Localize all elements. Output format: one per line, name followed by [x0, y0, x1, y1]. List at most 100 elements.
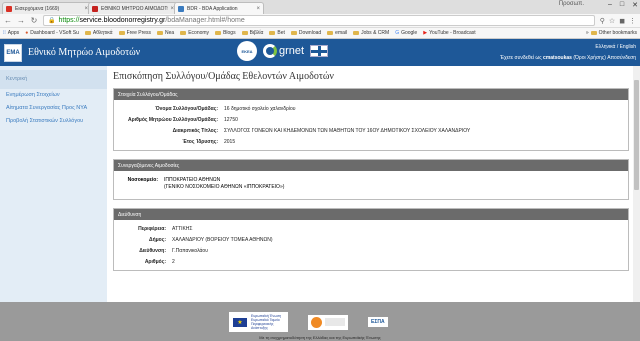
program-text-block [325, 318, 345, 326]
browser-tab[interactable]: Εισερχόμενα (1669) × [2, 2, 92, 14]
bookmark-folder[interactable]: Jobs & CRM [353, 30, 389, 36]
browser-tab-active[interactable]: BDR - BDA Application × [174, 2, 264, 14]
bookmark-item[interactable]: ● Dashboard - VSoft Su [25, 30, 79, 36]
profile-label[interactable]: Προσωπ. [559, 1, 584, 7]
sidebar-item-statistics[interactable]: Προβολή Στατιστικών Συλλόγου [0, 115, 107, 128]
apps-icon: ⁞⁞ [3, 30, 6, 36]
url-input[interactable]: 🔒 https:// service.bloodonorregistry.gr … [43, 15, 595, 26]
footer: ★ Ευρωπαϊκή Ένωση Ευρωπαϊκό Ταμείο Περιφ… [0, 302, 640, 341]
info-row: Έτος Ίδρυσης: 2015 [182, 138, 236, 145]
chevron-icon: » [585, 30, 589, 36]
address-row: Αριθμός: 2 [144, 258, 175, 265]
grnet-logo: grnet [263, 44, 304, 58]
coop-panel: Συνεργαζόμενες Αιμοδοσίες Νοσοκομείο: ΙΠ… [113, 159, 629, 200]
info-row: Όνομα Συλλόγου/Ομάδας: 16 δημοτικό σχολεί… [155, 105, 296, 112]
reload-icon[interactable]: ↻ [30, 16, 38, 25]
folder-icon [84, 31, 91, 35]
ekea-logo: ΕΚΕΑ [237, 41, 257, 61]
bookmark-item[interactable]: G Google [395, 30, 417, 36]
folder-icon [157, 31, 164, 35]
language-switch[interactable]: Ελληνικά / English [500, 42, 636, 53]
info-row: Αριθμός Μητρώου Συλλόγου/Ομάδας: 12750 [127, 116, 238, 123]
address-bar: ← → ↻ 🔒 https:// service.bloodonorregist… [0, 14, 640, 28]
content: Επισκόπηση Συλλόγου/Ομάδας Εθελοντών Αιμ… [107, 66, 640, 302]
funding-logos: ★ Ευρωπαϊκή Ένωση Ευρωπαϊκό Ταμείο Περιφ… [229, 312, 388, 332]
browser-tab[interactable]: ΕΘΝΙΚΟ ΜΗΤΡΩΟ ΑΙΜΟΔΟΤΩΝ × [88, 2, 178, 14]
star-icon[interactable]: ☆ [609, 17, 615, 25]
menu-icon[interactable]: ⋮ [629, 17, 636, 25]
tab-title: BDR - BDA Application [187, 5, 238, 12]
gmail-icon [92, 5, 98, 12]
lock-icon[interactable]: 🔒 [48, 17, 55, 24]
footer-note: Με τη συγχρηματοδότηση της Ελλάδας και τ… [259, 335, 381, 340]
bookmark-folder[interactable]: Blogs [215, 30, 236, 36]
site-header: ΕΜΑ Εθνικό Μητρώο Αιμοδοτών ΕΚΕΑ grnet Ε… [0, 39, 640, 66]
minimize-icon[interactable]: – [608, 1, 612, 9]
bookmark-folder[interactable]: Economy [180, 30, 209, 36]
folder-icon [118, 31, 125, 35]
extension-icon[interactable]: ◼ [619, 17, 625, 25]
logout-link[interactable]: (Όροι Χρήσης) Αποσύνδεση [573, 55, 636, 61]
folder-icon [215, 31, 222, 35]
grnet-ring-icon [263, 44, 277, 58]
eu-logo: ★ Ευρωπαϊκή Ένωση Ευρωπαϊκό Ταμείο Περιφ… [229, 312, 288, 332]
maximize-icon[interactable]: □ [620, 1, 624, 9]
espa-logo: ΕΣΠΑ [368, 317, 388, 327]
bookmark-folder[interactable]: Free Press [118, 30, 151, 36]
address-row: Διεύθυνση: Γ.Παπανικολάου [139, 247, 208, 254]
bookmark-apps[interactable]: ⁞⁞ Apps [3, 30, 19, 36]
translate-icon[interactable]: ⚲ [600, 17, 605, 25]
bookmark-folder[interactable]: Αθλητικά [84, 30, 113, 36]
user-name: cmatsoukas [543, 55, 572, 61]
page-scrollbar[interactable] [633, 66, 640, 302]
eu-flag-icon: ★ [232, 316, 248, 328]
browser-tabbar: Εισερχόμενα (1669) × ΕΘΝΙΚΟ ΜΗΤΡΩΟ ΑΙΜΟΔ… [0, 0, 640, 14]
panel-heading: Στοιχεία Συλλόγου/Ομάδας [114, 89, 628, 100]
other-bookmarks[interactable]: » Other bookmarks [585, 30, 637, 36]
sidebar-item-update[interactable]: Ενημέρωση Στοιχείων [0, 89, 107, 102]
program-logo [308, 314, 348, 330]
page-title: Επισκόπηση Συλλόγου/Ομάδας Εθελοντών Αιμ… [113, 71, 334, 82]
forward-icon[interactable]: → [17, 16, 25, 25]
hospital-fullname: (ΓΕΝΙΚΟ ΝΟΣΟΚΟΜΕΙΟ ΑΘΗΝΩΝ «ΙΠΠΟΚΡΑΤΕΙΟ») [164, 184, 285, 190]
sidebar-item-cooperation[interactable]: Αίτηματα Συνεργασίας Προς ΝΥΑ [0, 102, 107, 115]
greek-flag-icon [310, 45, 329, 57]
user-line: Έχετε συνδεθεί ως cmatsoukas (Όροι Χρήση… [500, 55, 636, 61]
close-icon[interactable]: × [256, 6, 260, 12]
bookmark-folder[interactable]: Download [290, 30, 321, 36]
bookmark-item[interactable]: ▶ YouTube - Broadcast [423, 30, 475, 36]
sidebar-item-home[interactable]: Κεντρική [0, 70, 107, 89]
partner-logos: ΕΚΕΑ grnet [237, 41, 329, 61]
bookmark-folder[interactable]: Bet [269, 30, 285, 36]
folder-icon [241, 31, 248, 35]
panel-heading: Συνεργαζόμενες Αιμοδοσίες [114, 160, 628, 171]
info-row: Διακριτικός Τίτλος: ΣΥΛΛΟΓΟΣ ΓΟΝΕΩΝ ΚΑΙ Κ… [172, 127, 471, 134]
window-controls: – □ ✕ [608, 1, 638, 9]
folder-icon [269, 31, 276, 35]
tab-title: Εισερχόμενα (1669) [15, 5, 60, 12]
program-emblem-icon [311, 316, 322, 328]
ema-logo[interactable]: ΕΜΑ [4, 43, 22, 62]
scrollbar-thumb[interactable] [634, 80, 639, 190]
bookmark-folder[interactable]: Βιβλία [241, 30, 263, 36]
bookmark-folder[interactable]: email [327, 30, 347, 36]
address-row: Περιφέρεια: ΑΤΤΙΚΗΣ [138, 225, 193, 232]
folder-icon [290, 31, 297, 35]
url-scheme: https:// [58, 17, 80, 24]
bookmarks-bar: ⁞⁞ Apps ● Dashboard - VSoft Su Αθλητικά Fr… [0, 28, 640, 39]
main-area: Κεντρική Ενημέρωση Στοιχείων Αίτηματα Συ… [0, 66, 640, 302]
site-title[interactable]: Εθνικό Μητρώο Αιμοδοτών [28, 47, 140, 58]
back-icon[interactable]: ← [4, 16, 12, 25]
hospital-name: ΙΠΠΟΚΡΑΤΕΙΟ ΑΘΗΝΩΝ [164, 177, 221, 183]
url-path: /bdaManager.html#/home [165, 17, 245, 24]
close-window-icon[interactable]: ✕ [632, 1, 638, 9]
bookmark-folder[interactable]: Nea [157, 30, 174, 36]
site-favicon-icon [178, 5, 184, 12]
hospital-row: Νοσοκομείο: ΙΠΠΟΚΡΑΤΕΙΟ ΑΘΗΝΩΝ (ΓΕΝΙΚΟ Ν… [127, 177, 285, 190]
youtube-icon: ▶ [423, 30, 428, 36]
folder-icon [180, 31, 187, 35]
address-row: Δήμος: ΧΑΛΑΝΔΡΙΟΥ (ΒΟΡΕΙΟΥ ΤΟΜΕΑ ΑΘΗΝΩΝ) [148, 236, 273, 243]
sidebar: Κεντρική Ενημέρωση Στοιχείων Αίτηματα Συ… [0, 66, 107, 302]
url-host: service.bloodonorregistry.gr [79, 17, 166, 24]
info-panel: Στοιχεία Συλλόγου/Ομάδας Όνομα Συλλόγου/… [113, 88, 629, 151]
